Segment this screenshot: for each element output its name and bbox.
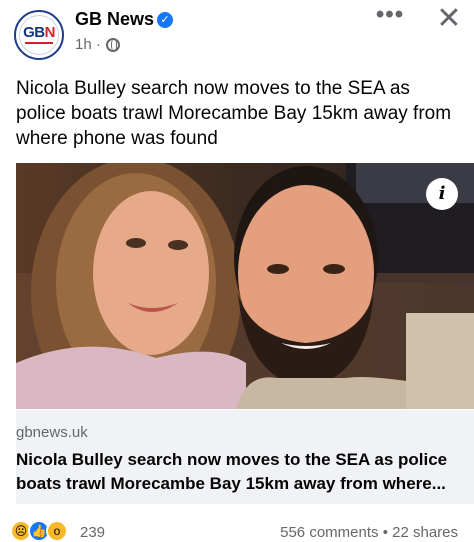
stats-separator: • <box>382 524 388 541</box>
post-footer: ☹ 👍 o 239 556 comments • 22 shares <box>0 512 474 542</box>
comments-count[interactable]: 556 comments <box>280 524 378 541</box>
more-options-button[interactable]: ••• <box>372 3 408 32</box>
post-photo[interactable] <box>16 163 474 409</box>
globe-icon <box>106 38 120 52</box>
wow-reaction-icon: o <box>46 520 68 542</box>
close-button[interactable]: ✕ <box>432 2 466 36</box>
link-title: Nicola Bulley search now moves to the SE… <box>16 450 448 493</box>
page-name[interactable]: GB News <box>75 9 154 30</box>
verified-badge-icon: ✓ <box>157 12 173 28</box>
post-stats: 556 comments • 22 shares <box>280 524 458 541</box>
shares-count[interactable]: 22 shares <box>392 524 458 541</box>
post-header: GBN GB News ✓ 1h · ••• ✕ <box>0 0 474 62</box>
time-separator: · <box>95 36 101 53</box>
info-icon[interactable]: i <box>426 178 458 210</box>
link-preview[interactable]: gbnews.uk Nicola Bulley search now moves… <box>16 410 474 504</box>
post-text: Nicola Bulley search now moves to the SE… <box>16 78 452 149</box>
photo-illustration <box>16 163 474 409</box>
page-avatar[interactable]: GBN <box>14 10 64 60</box>
gbn-logo: GBN <box>23 24 55 41</box>
post-time-label: 1h <box>75 36 92 53</box>
post-time[interactable]: 1h · <box>75 36 101 53</box>
reaction-count[interactable]: 239 <box>80 524 105 541</box>
gbn-logo-underline <box>25 42 53 44</box>
link-domain: gbnews.uk <box>16 424 88 441</box>
